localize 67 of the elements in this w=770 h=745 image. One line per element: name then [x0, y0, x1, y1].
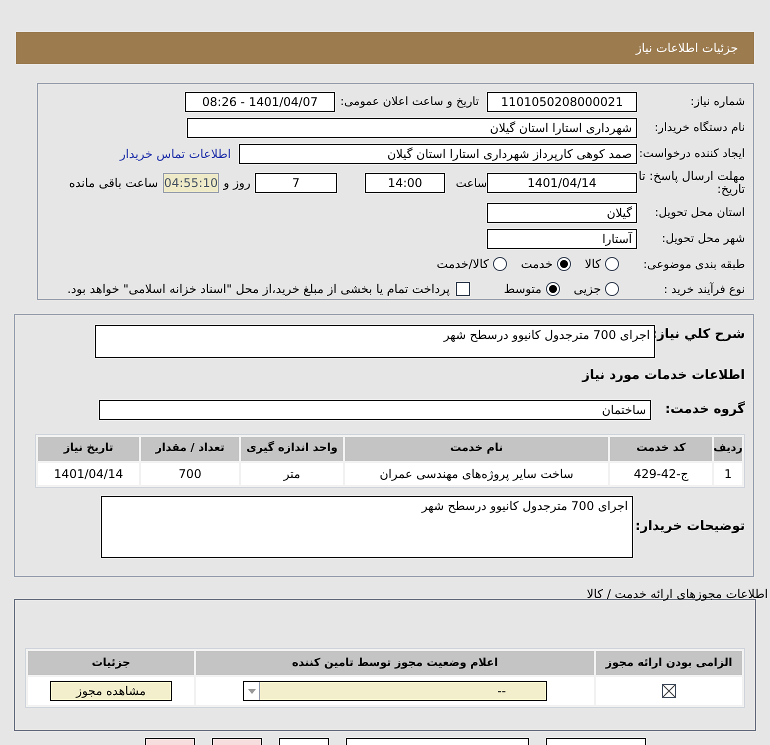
- table-cell: 700: [141, 462, 239, 484]
- summary-field[interactable]: اجرای 700 مترجدول کانیوو درسطح شهر: [95, 325, 655, 358]
- cut-off-button[interactable]: [212, 738, 262, 745]
- radio-label: کالا/خدمت: [436, 256, 489, 274]
- field-label: تاریخ و ساعت اعلان عمومی:: [339, 93, 479, 110]
- table-cell: 1: [714, 462, 742, 484]
- table-cell: 1401/04/14: [38, 462, 139, 484]
- view-permit-button[interactable]: مشاهده مجوز: [50, 681, 172, 701]
- field-label: شماره نیاز:: [689, 93, 745, 110]
- field-label: طبقه بندی موضوعی:: [642, 256, 745, 273]
- field-label: ساعت باقی مانده: [68, 175, 158, 192]
- field-label: شهر محل تحویل:: [660, 230, 745, 248]
- text-field[interactable]: 1401/04/14: [487, 173, 637, 194]
- column-header: تعداد / مقدار: [141, 436, 239, 460]
- column-header: الزامی بودن ارائه مجوز: [596, 651, 742, 675]
- field-label: ساعت: [454, 174, 487, 192]
- text-field[interactable]: 1101050208000021: [487, 92, 637, 112]
- cut-off-button[interactable]: [278, 738, 328, 745]
- table-cell: ج-42-429: [610, 462, 712, 484]
- column-header: تاریخ نیاز: [38, 436, 139, 460]
- field-label: مهلت ارسال پاسخ: تا تاریخ:: [637, 170, 745, 196]
- field-label: گروه خدمت:: [664, 400, 745, 419]
- field-label: روز و: [222, 175, 252, 192]
- text-field[interactable]: گیلان: [487, 202, 637, 223]
- column-header: نام خدمت: [345, 436, 608, 460]
- select-value: --: [497, 683, 507, 700]
- text-field[interactable]: ساختمان: [99, 400, 651, 420]
- column-header: کد خدمت: [610, 436, 712, 460]
- text-field[interactable]: 1401/04/07 - 08:26: [185, 92, 335, 112]
- radio-label: متوسط: [504, 281, 542, 298]
- radio-button[interactable]: [492, 257, 507, 272]
- table-cell: متر: [241, 462, 343, 484]
- field-label: نوع فرآیند خرید :: [662, 280, 745, 298]
- text-field[interactable]: 14:00: [365, 173, 445, 194]
- column-header: ردیف: [714, 436, 742, 460]
- cut-off-button[interactable]: [346, 738, 528, 745]
- section-title: اطلاعات مجوزهای ارائه خدمت / کالا: [586, 587, 768, 601]
- column-header: واحد اندازه گیری: [241, 436, 343, 460]
- radio-button[interactable]: [546, 282, 560, 296]
- text-field[interactable]: صمد کوهی کارپرداز شهرداری استارا استان گیلان: [239, 144, 637, 164]
- field-label: نام دستگاه خریدار:: [653, 119, 745, 136]
- column-header: اعلام وضعیت مجوز توسط تامین کننده: [196, 651, 594, 675]
- table-cell: ساخت سایر پروژه‌های مهندسی عمران: [345, 462, 608, 484]
- radio-label: خدمت: [520, 256, 553, 274]
- radio-button[interactable]: [605, 257, 619, 272]
- text-field[interactable]: شهرداری استارا استان گیلان: [187, 118, 637, 138]
- checkbox[interactable]: [456, 282, 470, 296]
- text-field[interactable]: آستارا: [487, 228, 637, 249]
- cut-off-button[interactable]: [144, 738, 194, 745]
- radio-label: کالا: [584, 256, 601, 274]
- status-select[interactable]: --: [243, 681, 547, 701]
- field-label: استان محل تحویل:: [654, 204, 745, 222]
- page-title: جزئیات اطلاعات نیاز: [636, 40, 738, 57]
- radio-label: جزیی: [574, 281, 601, 298]
- contact-link[interactable]: اطلاعات تماس خریدار: [120, 145, 231, 163]
- radio-button[interactable]: [605, 282, 619, 296]
- field-label: توضیحات خریدار:: [634, 518, 745, 536]
- remaining-time-field: 04:55:10: [163, 173, 219, 194]
- radio-button[interactable]: [556, 257, 571, 272]
- notes-field[interactable]: اجرای 700 مترجدول کانیوو درسطح شهر: [101, 496, 633, 558]
- section-title: اطلاعات خدمات مورد نیاز: [580, 367, 745, 385]
- field-label: ایجاد کننده درخواست:: [638, 145, 745, 162]
- column-header: جزئیات: [28, 651, 194, 675]
- text-field[interactable]: 7: [255, 173, 337, 194]
- checkbox-label: پرداخت تمام یا بخشی از مبلغ خرید،از محل "اسناد خزانه اسلامی" خواهد بود.: [67, 281, 450, 298]
- cut-off-button[interactable]: [546, 738, 646, 745]
- dropdown-icon[interactable]: [244, 682, 260, 700]
